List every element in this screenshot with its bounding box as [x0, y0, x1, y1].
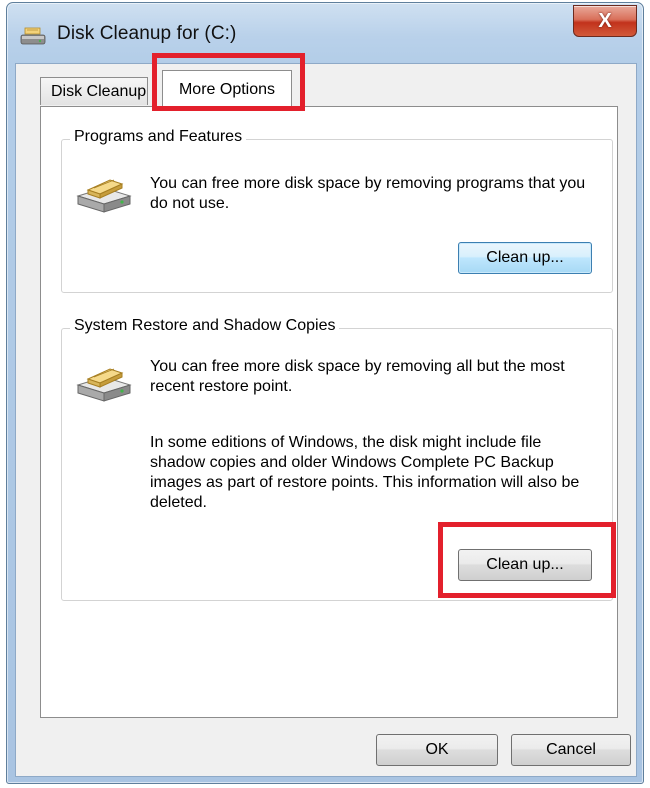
- close-button[interactable]: X: [573, 5, 637, 37]
- disk-cleanup-app-icon: [19, 25, 47, 52]
- cancel-button[interactable]: Cancel: [511, 734, 631, 766]
- tab-more-options-label: More Options: [178, 80, 276, 98]
- programs-description: You can free more disk space by removing…: [150, 175, 586, 212]
- restore-clean-up-button[interactable]: Clean up...: [458, 549, 592, 581]
- restore-disk-icon: [74, 359, 134, 408]
- restore-note: In some editions of Windows, the disk mi…: [150, 434, 580, 511]
- close-icon: X: [598, 10, 612, 32]
- disk-cleanup-window: Disk Cleanup for (C:) X Disk Cleanup Mor…: [6, 2, 644, 784]
- programs-and-features-group: Programs and Features You can free more …: [61, 128, 613, 293]
- more-options-panel: Programs and Features You can free more …: [40, 106, 618, 718]
- restore-description: You can free more disk space by removing…: [150, 358, 565, 395]
- system-restore-group: System Restore and Shadow Copies You can…: [61, 317, 613, 601]
- restore-group-legend: System Restore and Shadow Copies: [70, 317, 340, 335]
- programs-disk-icon: [74, 170, 134, 219]
- programs-clean-up-button[interactable]: Clean up...: [458, 242, 592, 274]
- programs-group-legend: Programs and Features: [70, 128, 247, 146]
- tab-disk-cleanup[interactable]: Disk Cleanup: [40, 77, 148, 105]
- tab-disk-cleanup-label: Disk Cleanup: [51, 82, 147, 100]
- tab-more-options[interactable]: More Options: [162, 70, 292, 108]
- window-title: Disk Cleanup for (C:): [57, 23, 237, 44]
- ok-button[interactable]: OK: [376, 734, 498, 766]
- title-bar: Disk Cleanup for (C:) X: [7, 3, 643, 65]
- dialog-client-area: Disk Cleanup More Options Programs and F…: [15, 63, 637, 777]
